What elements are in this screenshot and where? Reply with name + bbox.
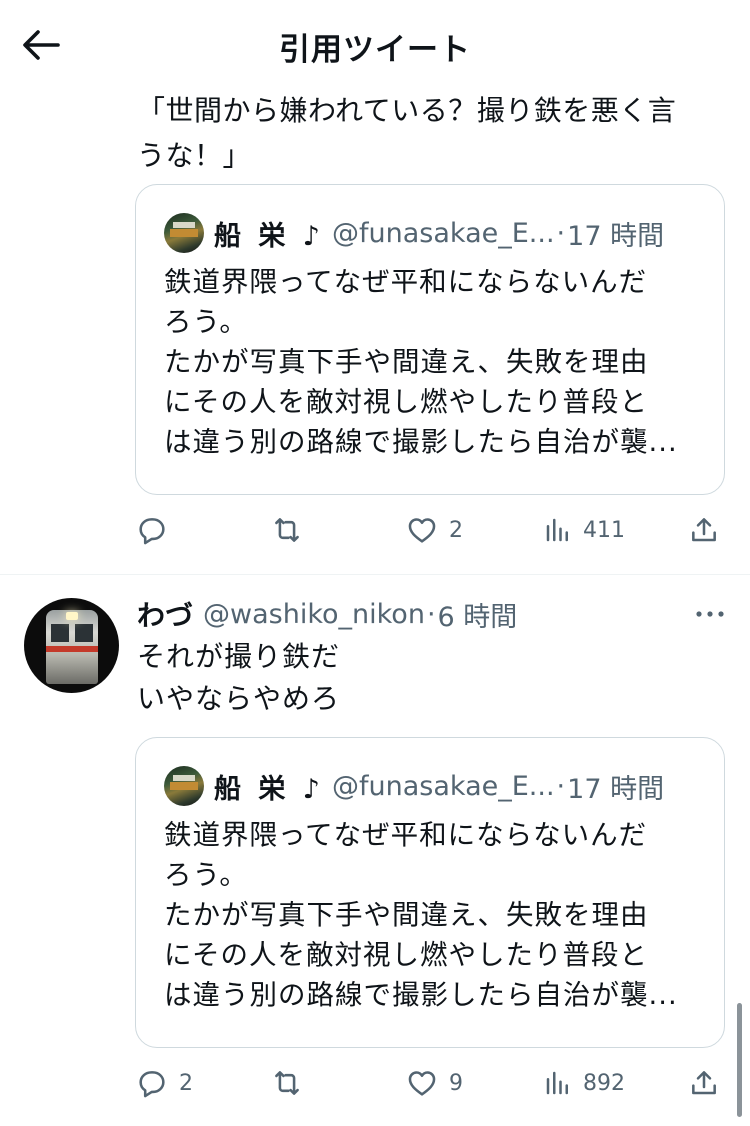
separator-dot: · — [426, 598, 436, 630]
scrollbar[interactable] — [737, 1003, 742, 1117]
reply-button[interactable] — [135, 510, 179, 550]
tweet-text-line: いやならやめろ — [137, 682, 341, 715]
separator-dot: · — [556, 217, 566, 249]
tweet-text-line: うな！」 — [137, 139, 252, 172]
like-button[interactable]: 2 — [405, 510, 463, 550]
quoted-text-line: ろう。 — [164, 859, 248, 891]
avatar[interactable] — [24, 598, 119, 693]
quoted-tweet-header: 船 栄 ♪ @funasakae_E... · 17 時間 — [164, 766, 664, 806]
tweet-time[interactable]: 6 時間 — [438, 595, 518, 634]
quoted-author-handle: @funasakae_E... — [332, 217, 555, 249]
quoted-text-line: ろう。 — [164, 306, 248, 338]
tweet-text: 「世間から嫌われている？撮り鉄を悪く言 うな！」 — [137, 88, 727, 178]
quoted-author-name: 船 栄 ♪ — [214, 220, 325, 252]
more-options-button[interactable] — [690, 600, 730, 628]
reply-button[interactable]: 2 — [135, 1063, 193, 1103]
retweet-icon — [275, 518, 299, 542]
quoted-text-line: にその人を敵対視し燃やしたり普段と — [164, 939, 648, 971]
share-upload-icon — [692, 1071, 716, 1095]
views-button[interactable]: 411 — [543, 510, 625, 550]
bar-chart-icon — [546, 518, 568, 542]
tweet-text: それが撮り鉄だ いやならやめろ — [137, 636, 340, 720]
tweet-text-line: それが撮り鉄だ — [137, 640, 341, 673]
bar-chart-icon — [546, 1071, 568, 1095]
heart-outline-icon — [408, 1071, 436, 1096]
reply-count: 2 — [179, 1070, 193, 1096]
quoted-tweet-card[interactable]: 船 栄 ♪ @funasakae_E... · 17 時間 鉄道界隈ってなぜ平和… — [135, 184, 725, 495]
tweet-actions: 2 9 892 — [135, 1063, 725, 1103]
quoted-tweet-header: 船 栄 ♪ @funasakae_E... · 17 時間 — [164, 213, 664, 253]
quoted-text-line: たかが写真下手や間違え、失敗を理由 — [164, 899, 649, 931]
quoted-text-line: にその人を敵対視し燃やしたり普段と — [164, 386, 648, 418]
avatar — [164, 766, 204, 806]
quoted-text-line: 鉄道界隈ってなぜ平和にならないんだ — [164, 819, 648, 851]
quoted-text-line: は違う別の路線で撮影したら自治が襲... — [164, 426, 678, 458]
separator-dot: · — [556, 770, 566, 802]
tweet-header: わづ @washiko_nikon · 6 時間 — [137, 594, 517, 634]
page-title: 引用ツイート — [279, 32, 471, 68]
avatar — [164, 213, 204, 253]
like-count: 9 — [449, 1070, 463, 1096]
quoted-tweet-time: 17 時間 — [567, 220, 665, 252]
quoted-tweet-text: 鉄道界隈ってなぜ平和にならないんだ ろう。 たかが写真下手や間違え、失敗を理由 … — [164, 815, 704, 1015]
more-horizontal-icon — [696, 611, 724, 617]
top-bar: 引用ツイート — [0, 0, 750, 88]
quoted-text-line: は違う別の路線で撮影したら自治が襲... — [164, 979, 678, 1011]
like-count: 2 — [449, 517, 463, 543]
author-handle[interactable]: @washiko_nikon — [203, 599, 425, 630]
retweet-icon — [275, 1071, 299, 1095]
author-name[interactable]: わづ — [137, 594, 193, 634]
retweet-button[interactable] — [269, 510, 315, 550]
views-count: 892 — [583, 1070, 625, 1096]
comment-bubble-icon — [139, 1071, 165, 1098]
quoted-tweet-text: 鉄道界隈ってなぜ平和にならないんだ ろう。 たかが写真下手や間違え、失敗を理由 … — [164, 262, 704, 462]
like-button[interactable]: 9 — [405, 1063, 463, 1103]
quoted-tweet-card[interactable]: 船 栄 ♪ @funasakae_E... · 17 時間 鉄道界隈ってなぜ平和… — [135, 737, 725, 1048]
quoted-author-name: 船 栄 ♪ — [214, 773, 325, 805]
quoted-text-line: 鉄道界隈ってなぜ平和にならないんだ — [164, 266, 648, 298]
retweet-button[interactable] — [269, 1063, 315, 1103]
heart-outline-icon — [408, 518, 436, 543]
quoted-tweet-time: 17 時間 — [567, 773, 665, 805]
quoted-text-line: たかが写真下手や間違え、失敗を理由 — [164, 346, 649, 378]
views-count: 411 — [583, 517, 625, 543]
share-upload-icon — [692, 518, 716, 542]
views-button[interactable]: 892 — [543, 1063, 625, 1103]
tweet-divider — [0, 574, 750, 575]
comment-bubble-icon — [139, 518, 165, 545]
tweet-text-line: 「世間から嫌われている？撮り鉄を悪く言 — [137, 94, 677, 127]
share-button[interactable] — [688, 1063, 720, 1103]
share-button[interactable] — [688, 510, 720, 550]
quoted-author-handle: @funasakae_E... — [332, 770, 555, 802]
tweet-actions: 2 411 — [135, 510, 725, 550]
